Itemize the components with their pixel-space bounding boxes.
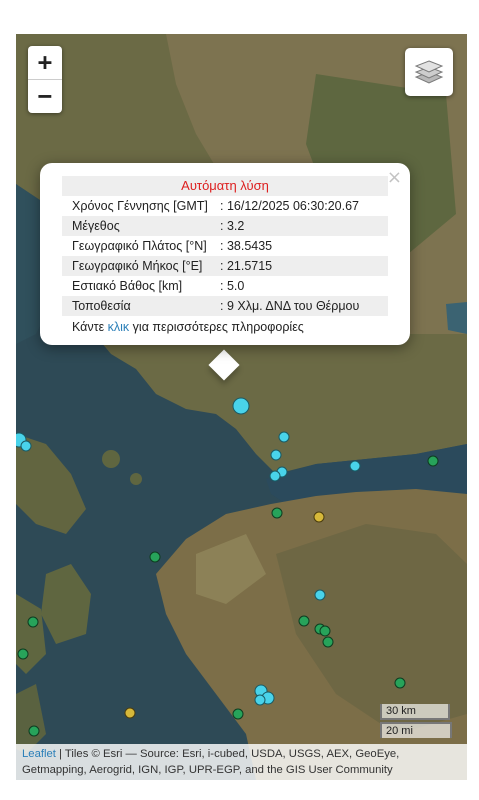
detail-row-location: Τοποθεσία : 9 Χλμ. ΔΝΔ του Θέρμου bbox=[62, 296, 388, 316]
map-scale: 30 km 20 mi bbox=[380, 704, 452, 738]
detail-label: Χρόνος Γέννησης [GMT] bbox=[72, 199, 208, 213]
detail-row-latitude: Γεωγραφικό Πλάτος [°N] : 38.5435 bbox=[62, 236, 388, 256]
detail-row-magnitude: Μέγεθος : 3.2 bbox=[62, 216, 388, 236]
leaflet-link[interactable]: Leaflet bbox=[22, 748, 56, 760]
detail-label: Γεωγραφικό Πλάτος [°N] bbox=[72, 239, 207, 253]
more-info-text: Κάντε κλικ για περισσότερες πληροφορίες bbox=[62, 320, 388, 334]
detail-label: Τοποθεσία bbox=[72, 299, 131, 313]
map[interactable]: + − 30 km 20 mi Leaflet | Tiles © Esri —… bbox=[16, 34, 467, 780]
more-info-prefix: Κάντε bbox=[72, 320, 108, 334]
detail-value: : 38.5435 bbox=[220, 239, 273, 253]
detail-row-longitude: Γεωγραφικό Μήκος [°E] : 21.5715 bbox=[62, 256, 388, 276]
layers-button[interactable] bbox=[405, 48, 453, 96]
earthquake-popup: × Αυτόματη λύση Χρόνος Γέννησης [GMT] : … bbox=[40, 163, 410, 345]
detail-value: : 16/12/2025 06:30:20.67 bbox=[220, 199, 360, 213]
detail-label: Γεωγραφικό Μήκος [°E] bbox=[72, 259, 203, 273]
detail-value: : 5.0 bbox=[220, 279, 245, 293]
satellite-basemap bbox=[16, 34, 467, 780]
detail-value: : 3.2 bbox=[220, 219, 245, 233]
popup-details: Χρόνος Γέννησης [GMT] : 16/12/2025 06:30… bbox=[62, 196, 388, 316]
detail-label: Εστιακό Βάθος [km] bbox=[72, 279, 183, 293]
zoom-out-button[interactable]: − bbox=[28, 79, 62, 113]
layers-icon bbox=[414, 60, 444, 84]
map-attribution: Leaflet | Tiles © Esri — Source: Esri, i… bbox=[16, 744, 467, 780]
zoom-in-button[interactable]: + bbox=[28, 46, 62, 79]
scale-km: 30 km bbox=[380, 704, 450, 720]
zoom-control: + − bbox=[28, 46, 62, 113]
detail-row-origin-time: Χρόνος Γέννησης [GMT] : 16/12/2025 06:30… bbox=[62, 196, 388, 216]
popup-title: Αυτόματη λύση bbox=[62, 176, 388, 196]
more-info-link[interactable]: κλικ bbox=[108, 320, 130, 334]
detail-value: : 9 Χλμ. ΔΝΔ του Θέρμου bbox=[220, 299, 360, 313]
close-icon[interactable]: × bbox=[387, 167, 402, 188]
more-info-suffix: για περισσότερες πληροφορίες bbox=[129, 320, 304, 334]
detail-label: Μέγεθος bbox=[72, 219, 120, 233]
scale-mi: 20 mi bbox=[380, 722, 452, 738]
detail-row-depth: Εστιακό Βάθος [km] : 5.0 bbox=[62, 276, 388, 296]
attribution-text: | Tiles © Esri — Source: Esri, i-cubed, … bbox=[22, 748, 400, 776]
detail-value: : 21.5715 bbox=[220, 259, 273, 273]
